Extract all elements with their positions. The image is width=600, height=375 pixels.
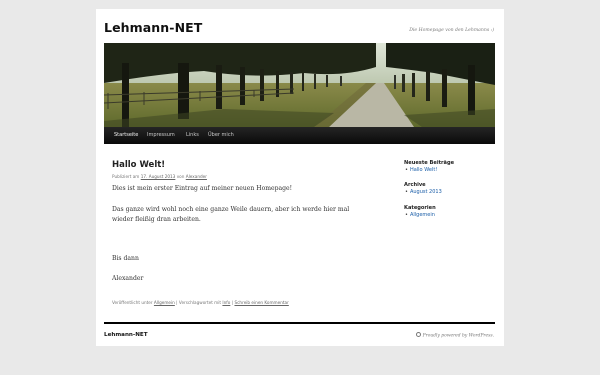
post-paragraph: Bis dann	[112, 255, 139, 262]
widget-title-recent-posts: Neueste Beiträge	[404, 160, 455, 166]
powered-by-link[interactable]: Proudly powered by WordPress.	[415, 332, 494, 339]
nav-item-ueber-mich[interactable]: Über mich	[208, 127, 234, 144]
comment-link[interactable]: Schreib einen Kommentar	[234, 300, 288, 305]
footer-category-prefix: Veröffentlicht unter	[112, 300, 153, 305]
meta-by: von	[176, 174, 185, 179]
post-author-link[interactable]: Alexander	[186, 174, 207, 179]
tag-link[interactable]: Info	[222, 300, 230, 305]
post-paragraph: Das ganze wird wohl noch eine ganze Weil…	[112, 206, 350, 213]
post-meta: Publiziert am 17. August 2013 von Alexan…	[112, 174, 207, 179]
wordpress-icon	[415, 332, 421, 337]
widget-item-archive[interactable]: • August 2013	[405, 189, 442, 195]
page-container: Lehmann-NET Die Homepage von den Lehmann…	[96, 9, 504, 346]
post-footer-meta: Veröffentlicht unter Allgemein | Verschl…	[112, 300, 289, 305]
widget-title-categories: Kategorien	[404, 205, 436, 211]
post-title[interactable]: Hallo Welt!	[112, 160, 165, 170]
meta-prefix: Publiziert am	[112, 174, 140, 179]
main-navigation: Startseite Impressum Links Über mich	[104, 127, 495, 144]
post-paragraph: Alexander	[112, 275, 144, 282]
post-date-link[interactable]: 17. August 2013	[141, 174, 176, 179]
footer-tag-prefix: | Verschlagwortet mit	[176, 300, 222, 305]
footer-divider	[104, 322, 495, 324]
nav-item-links[interactable]: Links	[186, 127, 199, 144]
header-image	[104, 43, 495, 127]
nav-item-impressum[interactable]: Impressum	[147, 127, 175, 144]
nav-item-startseite[interactable]: Startseite	[114, 127, 138, 144]
widget-item-category[interactable]: • Allgemein	[405, 212, 435, 218]
post-paragraph: wieder fleißig dran arbeiten.	[112, 216, 201, 223]
widget-item-recent-post[interactable]: • Hallo Welt!	[405, 167, 437, 173]
post-paragraph: Dies ist mein erster Eintrag auf meiner …	[112, 185, 293, 192]
footer-separator: |	[231, 300, 234, 305]
site-description: Die Homepage von den Lehmanns :)	[409, 28, 494, 33]
category-link[interactable]: Allgemein	[154, 300, 175, 305]
footer-site-title[interactable]: Lehmann-NET	[104, 332, 148, 338]
site-title[interactable]: Lehmann-NET	[104, 20, 202, 35]
widget-title-archive: Archive	[404, 182, 426, 188]
powered-by-text: Proudly powered by WordPress.	[422, 333, 494, 339]
